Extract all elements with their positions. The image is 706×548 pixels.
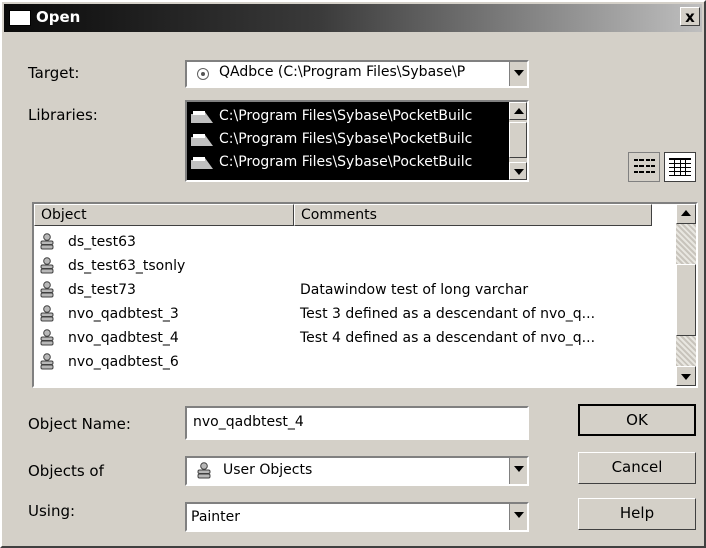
window-icon <box>9 10 31 26</box>
target-value: QAdbce (C:\Program Files\Sybase\P <box>219 64 466 80</box>
object-name-cell: ds_test63 <box>68 234 136 250</box>
chevron-down-icon <box>514 512 524 518</box>
scroll-thumb[interactable] <box>509 122 527 158</box>
library-item[interactable]: C:\Program Files\Sybase\PocketBuilc <box>189 152 507 173</box>
user-object-icon <box>40 257 54 274</box>
using-dropdown[interactable]: Painter <box>185 502 529 532</box>
user-object-icon <box>40 281 54 298</box>
library-path: C:\Program Files\Sybase\PocketBuilc <box>219 154 473 170</box>
list-item[interactable]: ds_test63_tsonly <box>34 254 664 278</box>
object-name-cell: nvo_qadbtest_6 <box>68 354 179 370</box>
open-dialog: Open x Target: QAdbce (C:\Program Files\… <box>0 0 706 548</box>
list-item[interactable]: ds_test73 Datawindow test of long varcha… <box>34 278 664 302</box>
using-label: Using: <box>28 502 76 520</box>
object-name-value: nvo_qadbtest_4 <box>193 414 304 430</box>
object-list[interactable]: Object Comments ds_test63 ds_test63_tson… <box>32 202 698 388</box>
chevron-down-icon <box>514 70 524 76</box>
using-value: Painter <box>191 509 241 525</box>
chevron-up-icon <box>681 210 691 216</box>
details-view-button[interactable] <box>664 152 696 182</box>
target-label: Target: <box>28 64 80 82</box>
ok-button[interactable]: OK <box>578 404 696 436</box>
objects-of-dropdown[interactable]: User Objects <box>185 456 529 486</box>
libraries-label: Libraries: <box>28 106 98 124</box>
chevron-down-icon <box>681 374 691 380</box>
library-item[interactable]: C:\Program Files\Sybase\PocketBuilc <box>189 129 507 150</box>
target-dropdown[interactable]: QAdbce (C:\Program Files\Sybase\P <box>185 60 529 88</box>
chevron-down-icon <box>514 466 524 472</box>
list-item[interactable]: ds_test63 <box>34 230 664 254</box>
cancel-button[interactable]: Cancel <box>578 452 696 484</box>
library-icon <box>191 111 213 123</box>
scroll-down-button[interactable] <box>509 162 527 180</box>
list-item[interactable]: nvo_qadbtest_6 <box>34 350 664 374</box>
column-header-comments[interactable]: Comments <box>294 204 652 226</box>
object-comment-cell: Test 3 defined as a descendant of nvo_q.… <box>300 306 596 322</box>
list-item[interactable]: nvo_qadbtest_3 Test 3 defined as a desce… <box>34 302 664 326</box>
object-name-input[interactable]: nvo_qadbtest_4 <box>185 406 529 440</box>
object-name-cell: nvo_qadbtest_4 <box>68 330 179 346</box>
libraries-scrollbar[interactable] <box>509 102 527 180</box>
object-name-cell: ds_test73 <box>68 282 136 298</box>
list-view-button[interactable] <box>628 152 660 182</box>
objects-of-value: User Objects <box>223 462 313 478</box>
object-comment-cell: Test 4 defined as a descendant of nvo_q.… <box>300 330 596 346</box>
close-button[interactable]: x <box>680 7 700 26</box>
library-path: C:\Program Files\Sybase\PocketBuilc <box>219 131 473 147</box>
details-view-icon <box>669 158 691 176</box>
using-dropdown-button[interactable] <box>509 504 527 530</box>
object-comment-cell: Datawindow test of long varchar <box>300 282 529 298</box>
user-object-icon <box>40 305 54 322</box>
target-radio-icon <box>197 68 209 80</box>
user-object-icon <box>40 233 54 250</box>
library-item[interactable]: C:\Program Files\Sybase\PocketBuilc <box>189 106 507 127</box>
title-bar[interactable]: Open x <box>4 4 702 32</box>
chevron-down-icon <box>514 169 524 175</box>
column-header-object[interactable]: Object <box>34 204 294 226</box>
user-object-icon <box>40 329 54 346</box>
objects-of-label: Objects of <box>28 462 104 480</box>
object-name-cell: ds_test63_tsonly <box>68 258 186 274</box>
scroll-down-button[interactable] <box>676 366 696 386</box>
library-path: C:\Program Files\Sybase\PocketBuilc <box>219 108 473 124</box>
user-object-icon <box>40 353 54 370</box>
objects-of-dropdown-button[interactable] <box>509 458 527 484</box>
object-list-scrollbar[interactable] <box>676 204 696 386</box>
help-button[interactable]: Help <box>578 498 696 530</box>
chevron-up-icon <box>514 108 524 114</box>
object-name-cell: nvo_qadbtest_3 <box>68 306 179 322</box>
object-name-label: Object Name: <box>28 415 131 433</box>
dialog-title: Open <box>36 8 81 26</box>
scroll-thumb[interactable] <box>676 264 696 336</box>
list-item[interactable]: nvo_qadbtest_4 Test 4 defined as a desce… <box>34 326 664 350</box>
scroll-up-button[interactable] <box>676 204 696 224</box>
list-view-icon <box>634 159 655 173</box>
library-icon <box>191 157 213 169</box>
target-dropdown-button[interactable] <box>509 62 527 86</box>
library-icon <box>191 134 213 146</box>
user-object-icon <box>197 462 211 479</box>
libraries-list[interactable]: C:\Program Files\Sybase\PocketBuilc C:\P… <box>185 100 529 182</box>
scroll-up-button[interactable] <box>509 102 527 120</box>
